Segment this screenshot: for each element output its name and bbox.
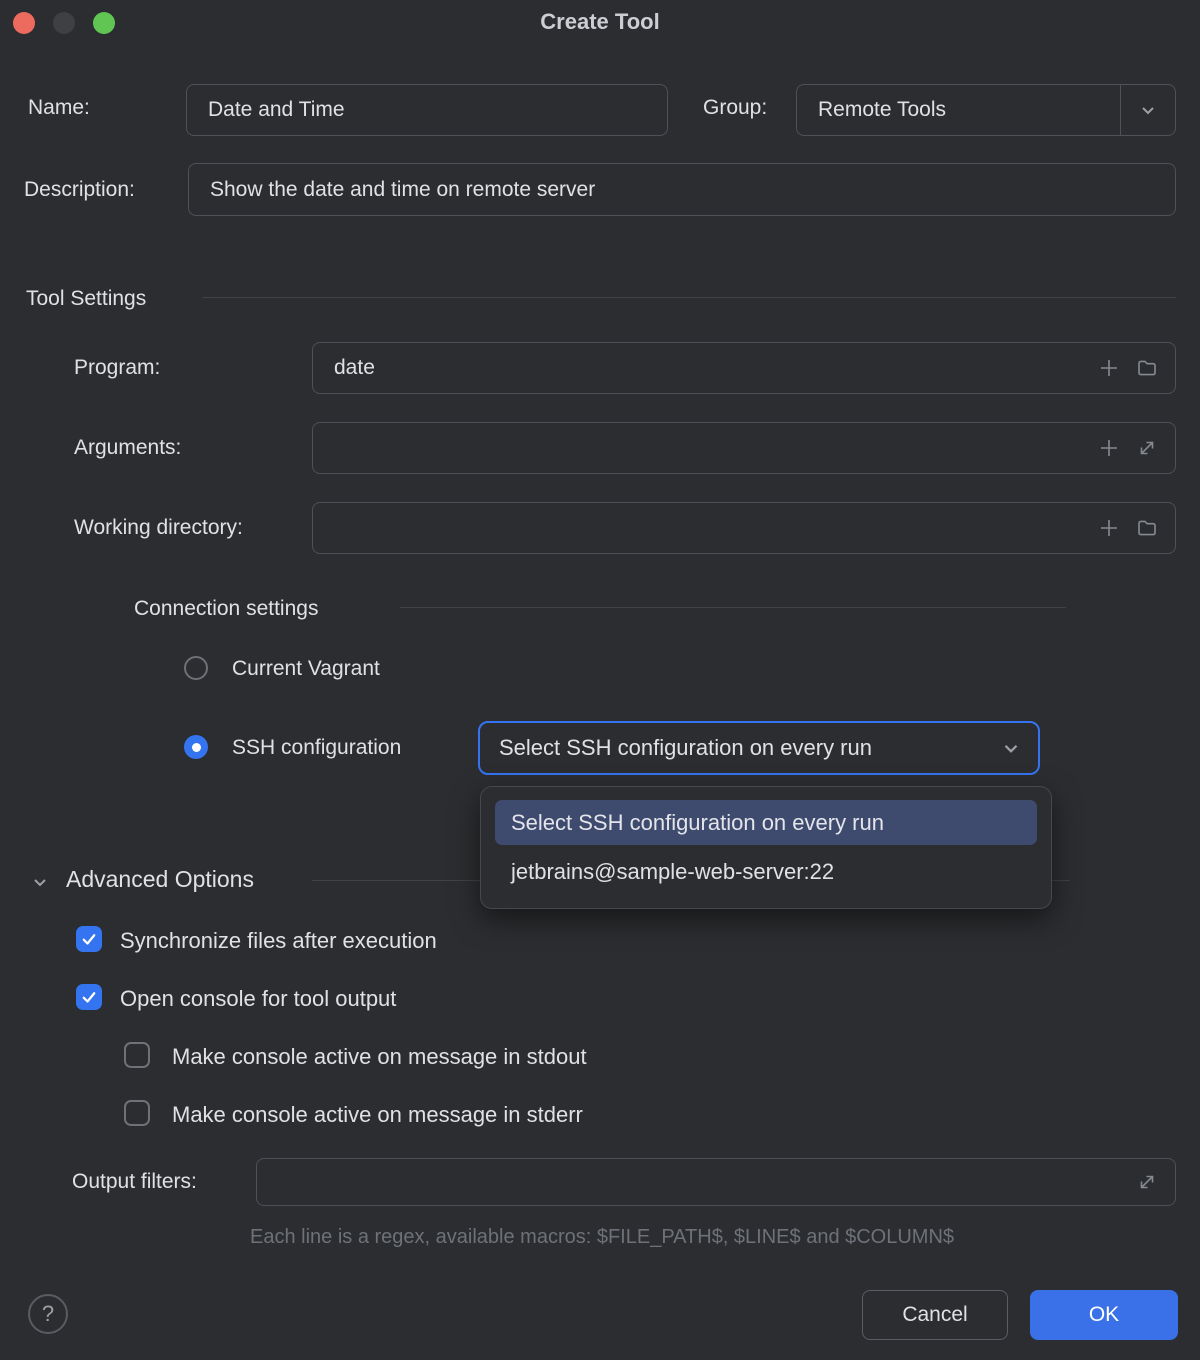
- plus-icon: [1097, 356, 1121, 380]
- check-icon: [80, 930, 98, 948]
- output-filters-label: Output filters:: [72, 1170, 197, 1194]
- plus-icon: [1097, 516, 1121, 540]
- expand-field-button[interactable]: [1135, 1170, 1159, 1194]
- connection-settings-title: Connection settings: [134, 597, 318, 621]
- console-active-stdout-label: Make console active on message in stdout: [172, 1044, 587, 1070]
- open-console-label: Open console for tool output: [120, 986, 396, 1012]
- folder-icon: [1135, 516, 1159, 540]
- create-tool-dialog: Create Tool Name: Date and Time Group: R…: [0, 0, 1200, 1360]
- ssh-configuration-label: SSH configuration: [232, 736, 401, 760]
- working-directory-label: Working directory:: [74, 516, 243, 540]
- working-directory-input[interactable]: [312, 502, 1176, 554]
- program-value: date: [313, 356, 1097, 380]
- name-input[interactable]: Date and Time: [186, 84, 668, 136]
- description-label: Description:: [24, 178, 135, 202]
- browse-file-button[interactable]: [1135, 356, 1159, 380]
- plus-icon: [1097, 436, 1121, 460]
- group-dropdown-button[interactable]: [1120, 85, 1175, 135]
- ssh-configuration-dropdown-popup: Select SSH configuration on every run je…: [480, 786, 1052, 909]
- ssh-configuration-radio[interactable]: [184, 735, 208, 759]
- folder-icon: [1135, 356, 1159, 380]
- chevron-down-icon: [30, 872, 50, 892]
- ok-button[interactable]: OK: [1030, 1290, 1178, 1340]
- name-value: Date and Time: [187, 98, 667, 122]
- insert-macro-button[interactable]: [1097, 436, 1121, 460]
- console-active-stderr-checkbox[interactable]: [124, 1100, 150, 1126]
- output-filters-hint: Each line is a regex, available macros: …: [250, 1226, 954, 1249]
- cancel-button[interactable]: Cancel: [862, 1290, 1008, 1340]
- program-label: Program:: [74, 356, 160, 380]
- dropdown-option-label: jetbrains@sample-web-server:22: [495, 859, 834, 885]
- group-label: Group:: [703, 96, 767, 120]
- program-input[interactable]: date: [312, 342, 1176, 394]
- ssh-configuration-combobox[interactable]: Select SSH configuration on every run: [478, 721, 1040, 775]
- advanced-options-title: Advanced Options: [66, 866, 254, 893]
- chevron-down-icon: [1138, 100, 1158, 120]
- output-filters-input[interactable]: [256, 1158, 1176, 1206]
- tool-settings-divider: [202, 297, 1176, 298]
- synchronize-files-checkbox[interactable]: [76, 926, 102, 952]
- dropdown-option-select-on-every-run[interactable]: Select SSH configuration on every run: [495, 800, 1037, 845]
- expand-icon: [1135, 1170, 1159, 1194]
- insert-macro-button[interactable]: [1097, 516, 1121, 540]
- connection-settings-divider: [400, 607, 1066, 608]
- group-value: Remote Tools: [797, 98, 1120, 122]
- group-combobox[interactable]: Remote Tools: [796, 84, 1176, 136]
- ssh-configuration-value: Select SSH configuration on every run: [480, 735, 1000, 761]
- chevron-down-icon: [1000, 737, 1038, 759]
- console-active-stdout-checkbox[interactable]: [124, 1042, 150, 1068]
- ok-button-label: OK: [1089, 1303, 1119, 1327]
- question-mark-icon: ?: [42, 1301, 54, 1327]
- advanced-options-collapse-toggle[interactable]: [30, 872, 50, 897]
- console-active-stderr-label: Make console active on message in stderr: [172, 1102, 583, 1128]
- name-label: Name:: [28, 96, 90, 120]
- window-title: Create Tool: [0, 9, 1200, 35]
- expand-icon: [1135, 436, 1159, 460]
- cancel-button-label: Cancel: [902, 1303, 967, 1327]
- tool-settings-title: Tool Settings: [26, 287, 146, 311]
- description-input[interactable]: Show the date and time on remote server: [188, 163, 1176, 216]
- dropdown-option-label: Select SSH configuration on every run: [495, 810, 884, 836]
- check-icon: [80, 988, 98, 1006]
- help-button[interactable]: ?: [28, 1294, 68, 1334]
- current-vagrant-radio[interactable]: [184, 656, 208, 680]
- insert-macro-button[interactable]: [1097, 356, 1121, 380]
- description-value: Show the date and time on remote server: [189, 178, 1175, 202]
- open-console-checkbox[interactable]: [76, 984, 102, 1010]
- synchronize-files-label: Synchronize files after execution: [120, 928, 437, 954]
- arguments-input[interactable]: [312, 422, 1176, 474]
- current-vagrant-label: Current Vagrant: [232, 657, 380, 681]
- browse-folder-button[interactable]: [1135, 516, 1159, 540]
- arguments-label: Arguments:: [74, 436, 181, 460]
- expand-field-button[interactable]: [1135, 436, 1159, 460]
- dropdown-option-jetbrains-server[interactable]: jetbrains@sample-web-server:22: [495, 849, 1037, 895]
